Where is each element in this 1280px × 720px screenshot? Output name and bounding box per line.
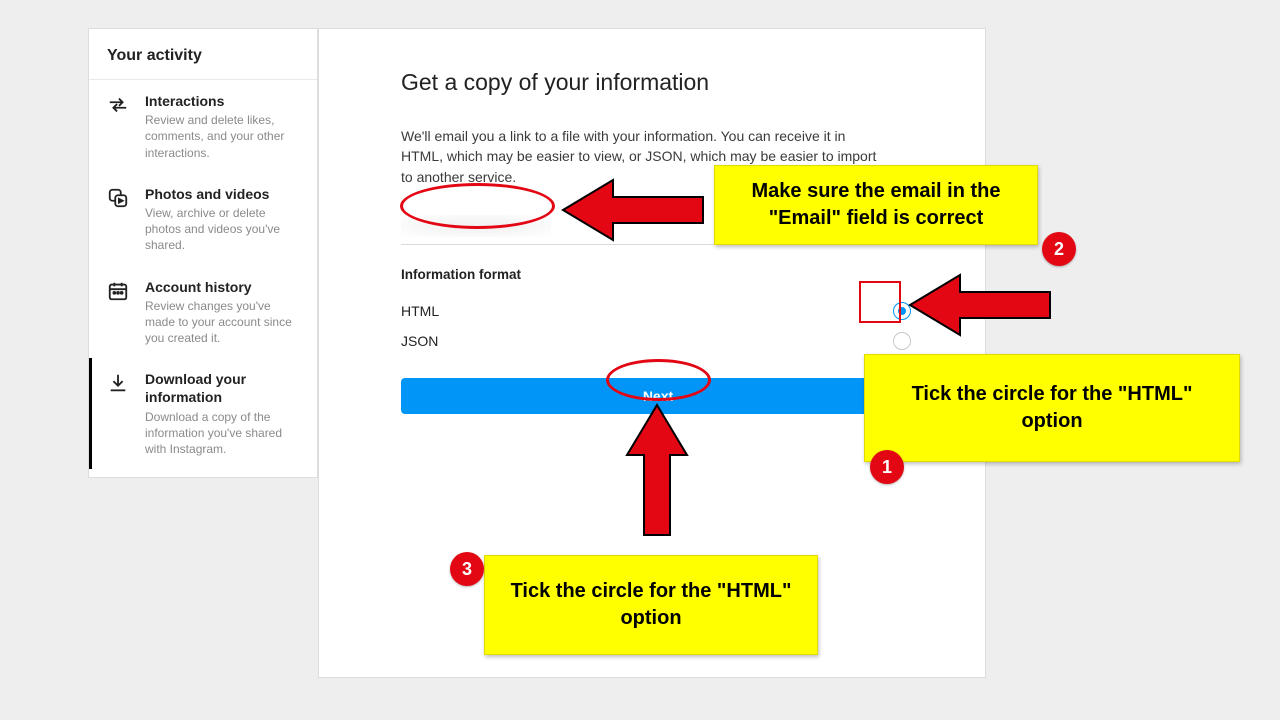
sidebar-title: Your activity — [89, 29, 317, 80]
photos-icon — [107, 185, 131, 254]
annotation-note-html: Tick the circle for the "HTML" option — [864, 354, 1240, 462]
sidebar-item-desc: Review and delete likes, comments, and y… — [145, 112, 299, 161]
next-button[interactable]: Next — [401, 378, 915, 414]
radio-html[interactable] — [893, 302, 911, 320]
annotation-note-email: Make sure the email in the "Email" field… — [714, 165, 1038, 245]
sidebar-item-label: Download your information — [145, 370, 299, 406]
annotation-badge-3: 3 — [450, 552, 484, 586]
sidebar-item-download[interactable]: Download your information Download a cop… — [89, 358, 317, 469]
sidebar-item-desc: View, archive or delete photos and video… — [145, 205, 299, 254]
sidebar-item-desc: Download a copy of the information you'v… — [145, 409, 299, 458]
format-option-label: JSON — [401, 333, 438, 349]
format-option-label: HTML — [401, 303, 439, 319]
email-value-redacted — [401, 215, 551, 237]
format-option-html[interactable]: HTML — [401, 296, 915, 326]
sidebar-item-history[interactable]: Account history Review changes you've ma… — [89, 266, 317, 359]
sidebar-item-label: Account history — [145, 278, 299, 296]
annotation-badge-1: 1 — [870, 450, 904, 484]
sidebar-item-interactions[interactable]: Interactions Review and delete likes, co… — [89, 80, 317, 173]
sidebar-item-label: Photos and videos — [145, 185, 299, 203]
format-label: Information format — [401, 267, 915, 282]
sidebar: Your activity Interactions Review and de… — [88, 28, 318, 478]
interactions-icon — [107, 92, 131, 161]
sidebar-item-desc: Review changes you've made to your accou… — [145, 298, 299, 347]
annotation-note-next: Tick the circle for the "HTML" option — [484, 555, 818, 655]
download-icon — [107, 370, 131, 457]
sidebar-item-label: Interactions — [145, 92, 299, 110]
format-option-json[interactable]: JSON — [401, 326, 915, 356]
page-title: Get a copy of your information — [401, 69, 915, 96]
sidebar-item-photos[interactable]: Photos and videos View, archive or delet… — [89, 173, 317, 266]
calendar-icon — [107, 278, 131, 347]
radio-json[interactable] — [893, 332, 911, 350]
annotation-badge-2: 2 — [1042, 232, 1076, 266]
